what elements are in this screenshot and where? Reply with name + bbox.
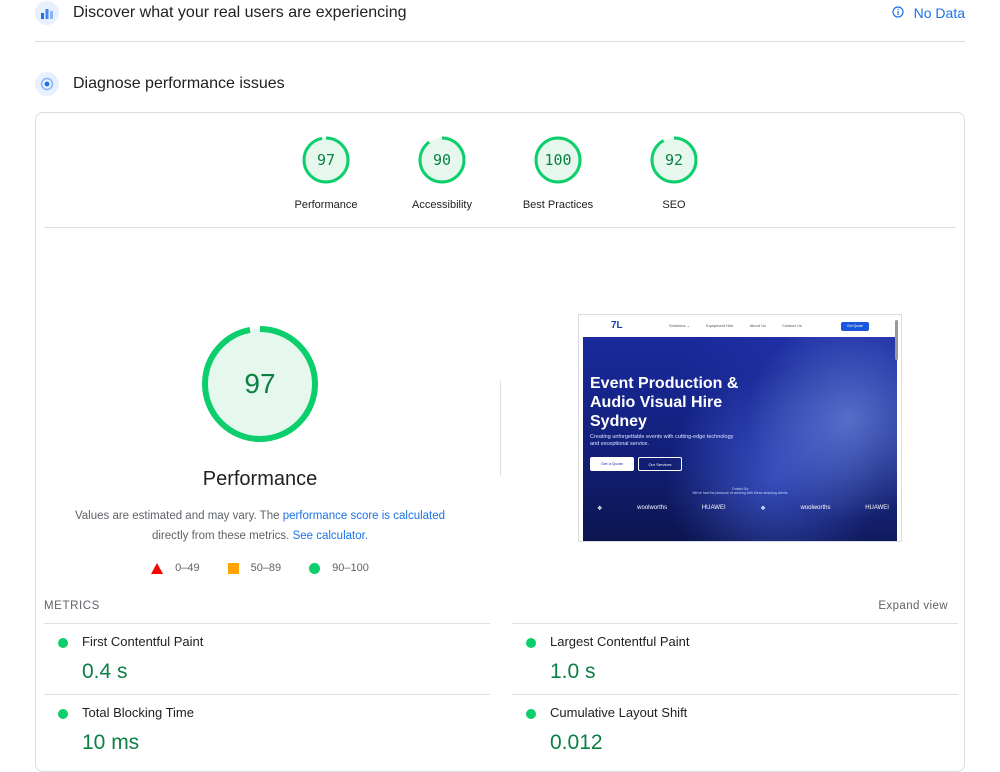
metric-value: 0.012: [550, 731, 603, 754]
screenshot-hero-subtitle: Creating unforgettable events with cutti…: [590, 434, 734, 447]
gauge-label: Performance: [294, 199, 358, 211]
metric-name: Cumulative Layout Shift: [550, 705, 688, 720]
legend-good: 90–100: [309, 562, 369, 574]
pass-circle-icon: [58, 709, 68, 719]
screenshot-navbar: 7L Solutions ⌄ Equipment Hire About Us Cont…: [579, 315, 901, 337]
legend-poor: 0–49: [151, 562, 200, 574]
lab-data-icon: [35, 72, 59, 96]
gauge-score: 100: [544, 151, 572, 169]
category-gauges: 97 Performance 90 Accessibility 100 Best Prac…: [36, 135, 964, 211]
category-gauge-best-practices[interactable]: 100 Best Practices: [500, 135, 616, 211]
vertical-divider: [500, 381, 501, 476]
diagnose-title: Diagnose performance issues: [73, 75, 285, 92]
metric-divider: [44, 623, 490, 624]
gauge-ring: 92: [649, 135, 699, 185]
final-screenshot[interactable]: 7L Solutions ⌄ Equipment Hire About Us Cont…: [578, 314, 902, 542]
metric-divider: [512, 694, 958, 695]
screenshot-client-logo: HUAWEI: [701, 505, 726, 511]
screenshot-nav-link: About Us: [749, 323, 766, 328]
screenshot-trusted: Trusted By We've had the pleasure of wor…: [583, 487, 897, 495]
screenshot-hero-title: Event Production & Audio Visual Hire Syd…: [590, 375, 739, 430]
legend-average-label: 50–89: [250, 562, 282, 574]
screenshot-client-logo: woolworths: [800, 505, 831, 511]
metric-divider: [512, 623, 958, 624]
gauge-label: Accessibility: [412, 199, 472, 211]
screenshot-client-logos: ❖ woolworths HUAWEI ❖ woolworths HUAWEI: [597, 505, 889, 512]
screenshot-nav-links: Solutions ⌄ Equipment Hire About Us Contact…: [669, 323, 802, 328]
screenshot-nav-link: Solutions ⌄: [669, 323, 690, 328]
metric-name: Total Blocking Time: [82, 705, 194, 720]
screenshot-cta-button: Get Quote: [841, 322, 869, 331]
gauges-divider: [44, 227, 956, 228]
pass-circle-icon: [58, 638, 68, 648]
performance-score-gauge: 97: [201, 325, 319, 443]
gauge-ring: 90: [417, 135, 467, 185]
screenshot-client-logo: ❖: [760, 506, 766, 512]
gauge-score: 92: [664, 151, 684, 169]
legend-poor-label: 0–49: [175, 562, 200, 574]
discover-title: Discover what your real users are experi…: [73, 4, 407, 21]
field-data-icon: [35, 1, 59, 25]
info-icon: [892, 5, 904, 21]
note-mid: directly from these metrics.: [151, 530, 290, 542]
metric-value: 10 ms: [82, 731, 140, 754]
screenshot-client-logo: ❖: [597, 506, 603, 512]
metric-value: 0.4 s: [82, 660, 128, 683]
gauge-score: 90: [432, 151, 452, 169]
no-data-label: No Data: [913, 5, 965, 21]
screenshot-client-logo: HUAWEI: [865, 505, 889, 511]
screenshot-hero: Event Production & Audio Visual Hire Syd…: [583, 337, 897, 541]
expand-view-button[interactable]: Expand view: [878, 600, 948, 612]
screenshot-quote-button: Get a Quote: [590, 457, 634, 471]
diagnose-section-header: Diagnose performance issues: [35, 70, 965, 98]
performance-label: Performance: [202, 468, 318, 490]
score-legend: 0–49 50–89 90–100: [36, 562, 484, 574]
screenshot-logo: 7L: [611, 320, 623, 331]
legend-good-label: 90–100: [332, 562, 369, 574]
trusted-sub: We've had the pleasure of working with t…: [692, 491, 788, 495]
report-card: 97 Performance 90 Accessibility 100 Best Prac…: [35, 112, 965, 772]
gauge-label: Best Practices: [522, 199, 594, 211]
average-square-icon: [227, 562, 239, 574]
score-calculated-link[interactable]: performance score is calculated: [283, 510, 445, 522]
category-gauge-seo[interactable]: 92 SEO: [616, 135, 732, 211]
fail-triangle-icon: [151, 562, 164, 574]
screenshot-nav-link: Equipment Hire: [705, 323, 734, 328]
gauge-ring: 100: [533, 135, 583, 185]
note-prefix: Values are estimated and may vary. The: [74, 510, 280, 522]
screenshot-client-logo: woolworths: [637, 505, 668, 511]
category-gauge-accessibility[interactable]: 90 Accessibility: [384, 135, 500, 211]
metric-name: First Contentful Paint: [82, 634, 204, 649]
metric-name: Largest Contentful Paint: [550, 634, 690, 649]
metrics-title: METRICS: [44, 600, 100, 612]
pass-circle-icon: [526, 709, 536, 719]
screenshot-nav-link: Contact Us: [781, 323, 802, 328]
no-data-link[interactable]: No Data: [892, 5, 965, 21]
metric-value: 1.0 s: [550, 660, 596, 683]
pass-circle-icon: [526, 638, 536, 648]
pass-circle-icon: [309, 562, 321, 574]
see-calculator-link[interactable]: See calculator.: [293, 530, 368, 542]
metric-divider: [44, 694, 490, 695]
gauge-label: SEO: [662, 199, 686, 211]
category-gauge-performance[interactable]: 97 Performance: [268, 135, 384, 211]
section-divider: [35, 41, 965, 42]
gauge-score: 97: [316, 151, 336, 169]
screenshot-services-button: Our Services: [638, 457, 682, 471]
performance-note: Values are estimated and may vary. The p…: [56, 506, 464, 546]
performance-score-value: 97: [244, 368, 276, 399]
legend-average: 50–89: [227, 562, 282, 574]
discover-section-header: Discover what your real users are experi…: [35, 0, 965, 26]
gauge-ring: 97: [301, 135, 351, 185]
screenshot-scrollbar: [895, 320, 898, 360]
